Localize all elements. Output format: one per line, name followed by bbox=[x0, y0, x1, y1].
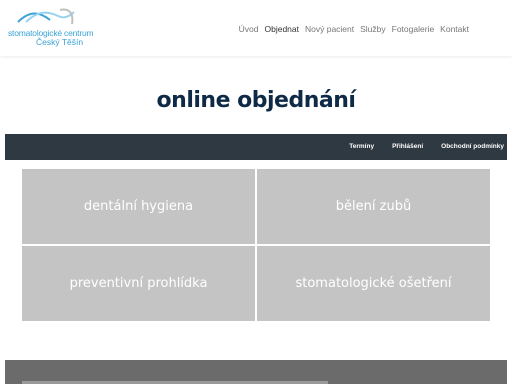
service-tile-preventivni-prohlidka[interactable]: preventivní prohlídka bbox=[22, 246, 255, 321]
main-nav: Úvod Objednat Nový pacient Služby Fotoga… bbox=[239, 24, 469, 34]
logo-wave-icon bbox=[17, 8, 75, 25]
logo-text-line2: Český Těšín bbox=[36, 37, 84, 47]
site-header: stomatologické centrum Český Těšín Úvod … bbox=[0, 0, 512, 56]
service-tile-beleni-zubu[interactable]: bělení zubů bbox=[257, 169, 490, 244]
service-tile-stomatologicke-osetreni[interactable]: stomatologické ošetření bbox=[257, 246, 490, 321]
footer-band bbox=[5, 360, 507, 384]
subnav-item-terminy[interactable]: Termíny bbox=[349, 143, 374, 150]
nav-item-kontakt[interactable]: Kontakt bbox=[440, 24, 469, 34]
subnav-item-obchodni-podminky[interactable]: Obchodní podmínky bbox=[441, 143, 504, 150]
nav-item-sluzby[interactable]: Služby bbox=[360, 24, 386, 34]
logo[interactable]: stomatologické centrum Český Těšín bbox=[6, 8, 116, 48]
page-title: online objednání bbox=[156, 88, 356, 113]
service-tile-dentalni-hygiena[interactable]: dentální hygiena bbox=[22, 169, 255, 244]
nav-item-fotogalerie[interactable]: Fotogalerie bbox=[392, 24, 435, 34]
booking-subnav: Termíny Přihlášení Obchodní podmínky bbox=[349, 143, 504, 150]
nav-item-uvod[interactable]: Úvod bbox=[239, 24, 259, 34]
subnav-item-prihlaseni[interactable]: Přihlášení bbox=[392, 143, 423, 150]
booking-subnav-bar: Termíny Přihlášení Obchodní podmínky bbox=[5, 134, 507, 160]
nav-item-objednat[interactable]: Objednat bbox=[264, 24, 299, 34]
nav-item-novy-pacient[interactable]: Nový pacient bbox=[305, 24, 354, 34]
